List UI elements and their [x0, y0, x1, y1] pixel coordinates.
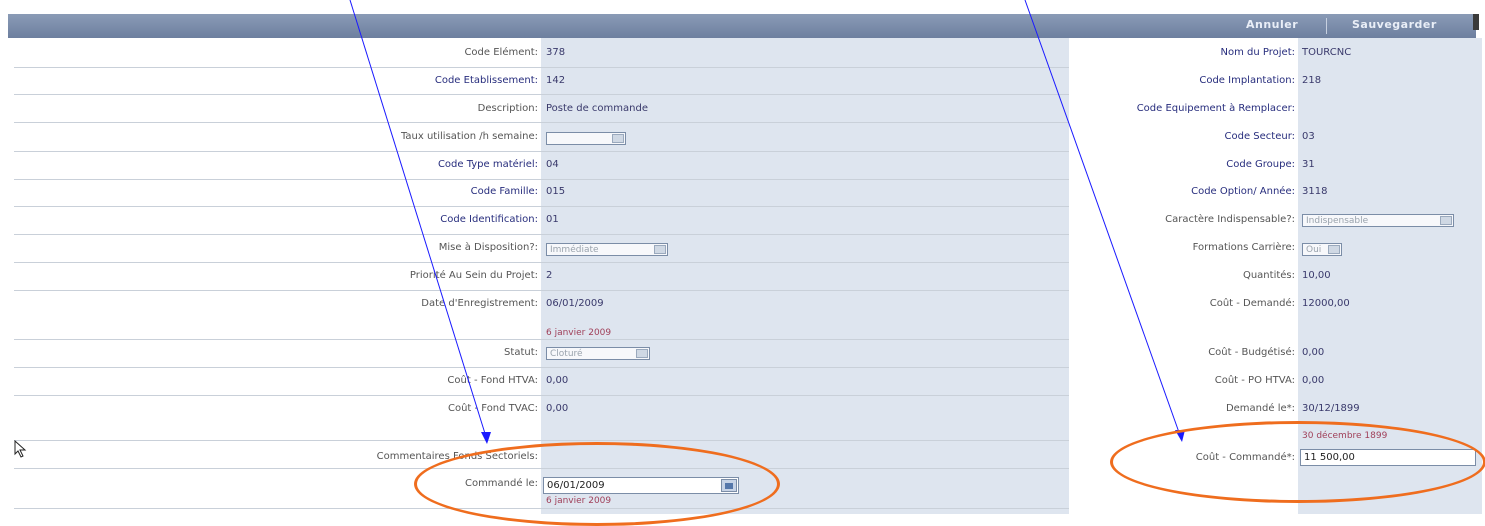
- statut-label: Statut:: [504, 347, 538, 358]
- taux-utilisation-label: Taux utilisation /h semaine:: [400, 131, 538, 142]
- cout-fond-tvac-label: Coût - Fond TVAC:: [447, 403, 538, 414]
- form-row: [14, 151, 1069, 180]
- toolbar: Annuler Sauvegarder: [8, 14, 1476, 38]
- code-etablissement-value: 142: [546, 75, 566, 86]
- chevron-down-icon: [636, 349, 648, 358]
- code-identification-label: Code Identification:: [440, 214, 538, 225]
- form-row: [14, 66, 1069, 95]
- date-enregistrement-value: 06/01/2009: [546, 298, 604, 309]
- mouse-cursor-icon: [14, 440, 27, 458]
- quantites-value: 10,00: [1302, 270, 1331, 281]
- mise-a-disposition-value: Immédiate: [550, 245, 599, 255]
- form-row: [14, 262, 1069, 291]
- code-famille-label: Code Famille:: [470, 186, 538, 197]
- form-row: [14, 367, 1069, 396]
- code-secteur-value: 03: [1302, 131, 1315, 142]
- date-enregistrement-long: 6 janvier 2009: [546, 328, 612, 338]
- cout-po-htva-label: Coût - PO HTVA:: [1214, 375, 1295, 386]
- nom-projet-label: Nom du Projet:: [1220, 47, 1295, 58]
- statut-select[interactable]: Cloturé: [546, 347, 650, 360]
- priorite-label: Priorité Au Sein du Projet:: [409, 270, 538, 281]
- window-edge: [1473, 14, 1479, 30]
- formations-carriere-value: Oui: [1306, 245, 1322, 255]
- code-etablissement-label: Code Etablissement:: [434, 75, 538, 86]
- form-row: [14, 94, 1069, 123]
- description-value: Poste de commande: [546, 103, 648, 114]
- demande-le-label: Demandé le*:: [1225, 403, 1295, 414]
- toolbar-separator: [1326, 18, 1327, 34]
- code-implantation-value: 218: [1302, 75, 1322, 86]
- cout-budgetise-label: Coût - Budgétisé:: [1208, 347, 1295, 358]
- code-option-label: Code Option/ Année:: [1191, 186, 1295, 197]
- nom-projet-value: TOURCNC: [1302, 47, 1352, 58]
- quantites-label: Quantités:: [1242, 270, 1295, 281]
- caractere-indispensable-value: Indispensable: [1306, 216, 1369, 226]
- form-row: [14, 206, 1069, 235]
- code-option-value: 3118: [1302, 186, 1328, 197]
- demande-le-value: 30/12/1899: [1302, 403, 1360, 414]
- form-row: [14, 395, 1069, 441]
- form-row: [14, 234, 1069, 263]
- code-implantation-label: Code Implantation:: [1199, 75, 1295, 86]
- form-row: [14, 339, 1069, 368]
- save-button[interactable]: Sauvegarder: [1352, 18, 1437, 31]
- description-label: Description:: [477, 103, 538, 114]
- code-groupe-value: 31: [1302, 159, 1315, 170]
- chevron-down-icon: [1328, 245, 1340, 254]
- cout-demande-label: Coût - Demandé:: [1209, 298, 1295, 309]
- chevron-down-icon: [654, 245, 666, 254]
- cout-fond-htva-label: Coût - Fond HTVA:: [447, 375, 538, 386]
- taux-utilisation-select[interactable]: [546, 132, 626, 145]
- formations-carriere-label: Formations Carrière:: [1192, 242, 1295, 253]
- code-type-materiel-value: 04: [546, 159, 559, 170]
- highlight-ring-cout-commande: [1110, 421, 1485, 503]
- code-famille-value: 015: [546, 186, 566, 197]
- code-equipement-label: Code Equipement à Remplacer:: [1136, 103, 1295, 114]
- code-secteur-label: Code Secteur:: [1224, 131, 1296, 142]
- code-element-label: Code Elément:: [464, 47, 538, 58]
- cout-demande-value: 12000,00: [1302, 298, 1350, 309]
- cout-budgetise-value: 0,00: [1302, 347, 1325, 358]
- cout-fond-tvac-value: 0,00: [546, 403, 569, 414]
- chevron-down-icon: [1440, 216, 1452, 225]
- cancel-button[interactable]: Annuler: [1246, 18, 1298, 31]
- chevron-down-icon: [612, 134, 624, 143]
- highlight-ring-commande-le: [414, 442, 780, 526]
- form-row: [14, 290, 1069, 340]
- caractere-indispensable-label: Caractère Indispensable?:: [1165, 214, 1295, 225]
- cout-po-htva-value: 0,00: [1302, 375, 1325, 386]
- formations-carriere-select[interactable]: Oui: [1302, 243, 1342, 256]
- caractere-indispensable-select[interactable]: Indispensable: [1302, 214, 1454, 227]
- priorite-value: 2: [546, 270, 553, 281]
- mise-a-disposition-label: Mise à Disposition?:: [438, 242, 538, 253]
- statut-value: Cloturé: [550, 349, 583, 359]
- cout-fond-htva-value: 0,00: [546, 375, 569, 386]
- code-groupe-label: Code Groupe:: [1226, 159, 1295, 170]
- form-row: [14, 39, 1069, 68]
- code-element-value: 378: [546, 47, 566, 58]
- date-enregistrement-label: Date d'Enregistrement:: [421, 298, 538, 309]
- code-type-materiel-label: Code Type matériel:: [437, 159, 538, 170]
- form-row: [14, 123, 1069, 152]
- form-row: [14, 178, 1069, 207]
- mise-a-disposition-select[interactable]: Immédiate: [546, 243, 668, 256]
- code-identification-value: 01: [546, 214, 559, 225]
